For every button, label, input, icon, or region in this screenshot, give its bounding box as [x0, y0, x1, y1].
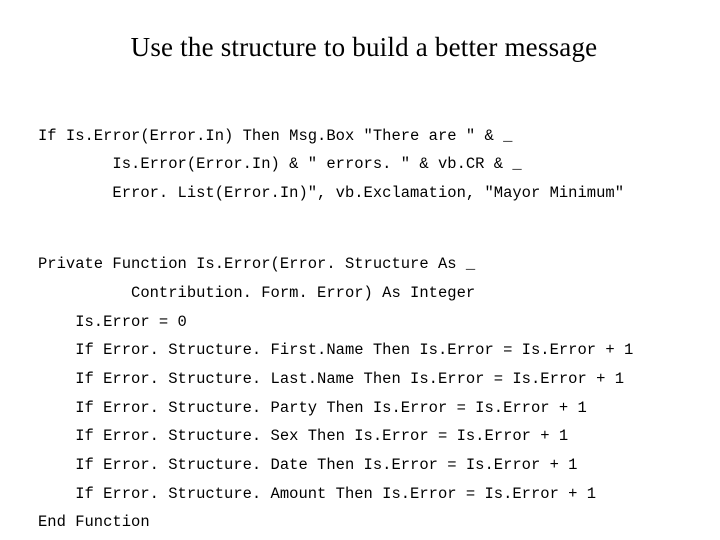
code-line: Private Function Is.Error(Error. Structu… [38, 255, 475, 273]
code-line: If Error. Structure. Amount Then Is.Erro… [38, 485, 596, 503]
code-block-2: Private Function Is.Error(Error. Structu… [38, 222, 690, 537]
code-block-1: If Is.Error(Error.In) Then Msg.Box "Ther… [38, 93, 690, 208]
code-line: Error. List(Error.In)", vb.Exclamation, … [38, 184, 624, 202]
code-line: If Error. Structure. Sex Then Is.Error =… [38, 427, 568, 445]
code-line: If Error. Structure. Party Then Is.Error… [38, 399, 587, 417]
slide: Use the structure to build a better mess… [0, 0, 720, 540]
code-line: If Error. Structure. Date Then Is.Error … [38, 456, 578, 474]
code-line: End Function [38, 513, 150, 531]
code-line: Contribution. Form. Error) As Integer [38, 284, 475, 302]
code-line: If Error. Structure. First.Name Then Is.… [38, 341, 633, 359]
code-line: If Is.Error(Error.In) Then Msg.Box "Ther… [38, 127, 512, 145]
code-line: If Error. Structure. Last.Name Then Is.E… [38, 370, 624, 388]
code-line: Is.Error = 0 [38, 313, 187, 331]
code-line: Is.Error(Error.In) & " errors. " & vb.CR… [38, 155, 522, 173]
slide-title: Use the structure to build a better mess… [38, 32, 690, 63]
